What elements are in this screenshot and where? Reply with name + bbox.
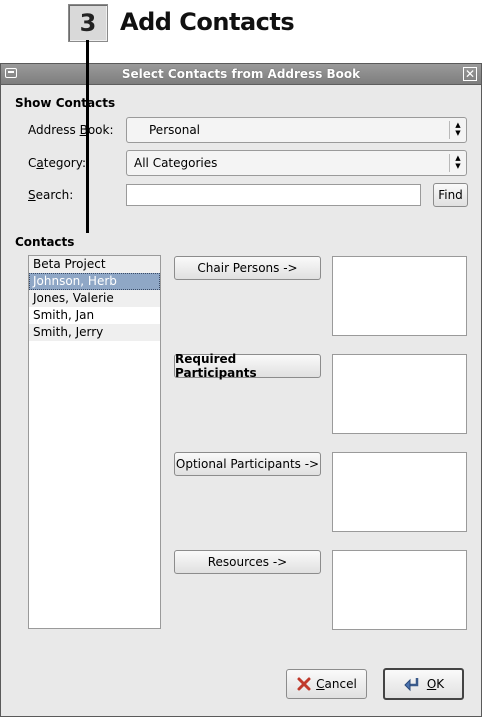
optional-participants-button[interactable]: Optional Participants -> [174,452,321,476]
contacts-list[interactable]: Beta Project Johnson, Herb Jones, Valeri… [28,255,161,629]
chair-persons-list[interactable] [332,256,467,336]
address-book-label: Address Book: [28,123,114,137]
category-label-rest: tegory: [43,156,87,170]
category-select[interactable]: All Categories ▲ ▼ [126,150,467,176]
resources-button[interactable]: Resources -> [174,550,321,574]
list-item[interactable]: Beta Project [29,256,160,273]
close-icon[interactable]: ✕ [463,67,477,81]
ok-label: K [436,677,445,691]
required-participants-button[interactable]: Required Participants [174,352,321,380]
contacts-heading: Contacts [15,235,75,249]
cancel-mnemonic: C [316,677,325,691]
address-book-label-rest: ook: [87,123,114,137]
window-titlebar[interactable]: Select Contacts from Address Book ✕ [1,64,481,85]
required-participants-list[interactable] [332,354,467,434]
enter-arrow-icon [404,678,419,692]
updown-arrows-icon: ▲ ▼ [449,154,466,172]
chair-persons-button[interactable]: Chair Persons -> [174,256,321,280]
list-item[interactable]: Smith, Jan [29,307,160,324]
address-book-label-text: Address [28,123,80,137]
step-title: Add Contacts [120,8,295,36]
updown-arrows-icon: ▲ ▼ [449,121,466,139]
select-contacts-dialog: Select Contacts from Address Book ✕ Show… [0,63,482,717]
cancel-icon [297,677,311,691]
category-value: All Categories [134,156,218,170]
callout-leader-line [86,40,89,233]
resources-list[interactable] [332,550,467,630]
list-item[interactable]: Jones, Valerie [29,290,160,307]
category-label: Category: [28,156,86,170]
step-number-badge: 3 [68,4,108,42]
list-item[interactable]: Johnson, Herb [29,273,160,290]
list-item[interactable]: Smith, Jerry [29,324,160,341]
cancel-label: ancel [324,677,357,691]
address-book-select[interactable]: Personal ▲ ▼ [126,117,467,143]
find-button[interactable]: Find [433,183,468,207]
search-input[interactable] [126,184,421,206]
show-contacts-heading: Show Contacts [15,96,116,110]
ok-mnemonic: O [426,677,437,691]
ok-button[interactable]: OK [383,668,464,700]
search-label: Search: [28,188,73,202]
cancel-button[interactable]: Cancel [286,669,367,699]
window-title: Select Contacts from Address Book [121,67,361,81]
search-mnemonic: S [28,188,36,202]
category-mnemonic: a [36,156,44,170]
address-book-value: Personal [149,123,201,137]
search-label-rest: earch: [35,188,74,202]
optional-participants-list[interactable] [332,452,467,532]
